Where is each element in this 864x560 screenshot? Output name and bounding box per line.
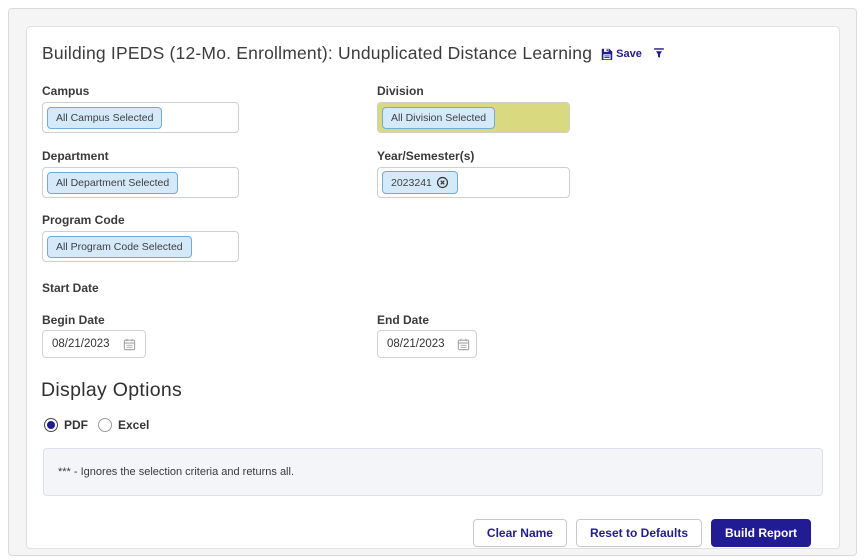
save-label: Save bbox=[616, 48, 642, 60]
begin-date-value[interactable] bbox=[52, 338, 114, 350]
department-select[interactable]: All Department Selected bbox=[42, 167, 239, 198]
reset-to-defaults-button[interactable]: Reset to Defaults bbox=[576, 519, 702, 547]
save-icon bbox=[601, 48, 613, 60]
remove-chip-icon[interactable] bbox=[436, 176, 449, 189]
filter-icon[interactable] bbox=[653, 47, 665, 60]
title-row: Building IPEDS (12-Mo. Enrollment): Undu… bbox=[42, 43, 665, 64]
year-semester-chip[interactable]: 2023241 bbox=[382, 171, 458, 194]
start-date-section-label: Start Date bbox=[42, 281, 99, 295]
pdf-radio[interactable] bbox=[44, 418, 58, 432]
campus-select[interactable]: All Campus Selected bbox=[42, 102, 239, 133]
pdf-radio-label: PDF bbox=[64, 418, 88, 432]
report-builder-page: Building IPEDS (12-Mo. Enrollment): Undu… bbox=[0, 0, 864, 560]
radio-option-excel[interactable]: Excel bbox=[98, 418, 149, 432]
note-text: *** - Ignores the selection criteria and… bbox=[58, 466, 294, 478]
note-box: *** - Ignores the selection criteria and… bbox=[43, 448, 823, 496]
program-code-select[interactable]: All Program Code Selected bbox=[42, 231, 239, 262]
output-format-radios: PDF Excel bbox=[44, 418, 149, 432]
begin-date-input[interactable] bbox=[42, 330, 146, 358]
campus-chip[interactable]: All Campus Selected bbox=[47, 107, 162, 129]
division-select[interactable]: All Division Selected bbox=[377, 102, 570, 133]
department-label: Department bbox=[42, 149, 109, 163]
campus-label: Campus bbox=[42, 84, 89, 98]
end-date-input[interactable] bbox=[377, 330, 477, 358]
display-options-heading: Display Options bbox=[41, 379, 182, 402]
page-title: Building IPEDS (12-Mo. Enrollment): Undu… bbox=[42, 43, 592, 64]
action-buttons: Clear Name Reset to Defaults Build Repor… bbox=[26, 519, 811, 547]
year-semester-label: Year/Semester(s) bbox=[377, 149, 474, 163]
save-button[interactable]: Save bbox=[601, 48, 642, 60]
end-date-value[interactable] bbox=[387, 338, 449, 350]
division-chip[interactable]: All Division Selected bbox=[382, 107, 495, 129]
program-code-chip[interactable]: All Program Code Selected bbox=[47, 236, 192, 258]
program-code-label: Program Code bbox=[42, 213, 125, 227]
end-date-label: End Date bbox=[377, 313, 429, 327]
clear-name-button[interactable]: Clear Name bbox=[473, 519, 567, 547]
excel-radio-label: Excel bbox=[118, 418, 149, 432]
department-chip[interactable]: All Department Selected bbox=[47, 172, 178, 194]
radio-option-pdf[interactable]: PDF bbox=[44, 418, 88, 432]
excel-radio[interactable] bbox=[98, 418, 112, 432]
division-label: Division bbox=[377, 84, 424, 98]
year-semester-select[interactable]: 2023241 bbox=[377, 167, 570, 198]
calendar-icon[interactable] bbox=[457, 338, 470, 351]
begin-date-label: Begin Date bbox=[42, 313, 105, 327]
year-semester-chip-label: 2023241 bbox=[391, 177, 432, 189]
build-report-button[interactable]: Build Report bbox=[711, 519, 811, 547]
calendar-icon[interactable] bbox=[123, 338, 136, 351]
